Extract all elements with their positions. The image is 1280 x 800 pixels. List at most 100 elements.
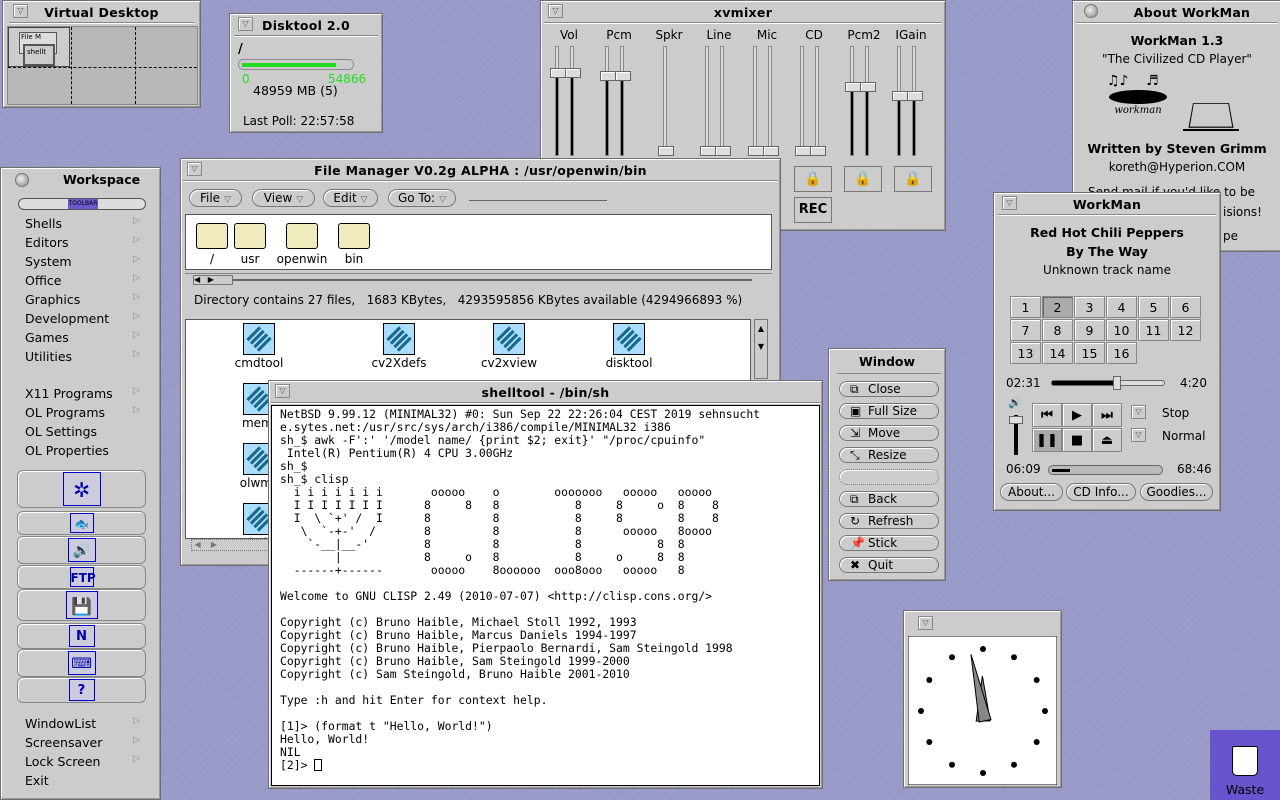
folder-icon[interactable] xyxy=(234,223,266,249)
mixer-slider[interactable] xyxy=(658,46,674,156)
menu-item-screensaver[interactable]: Screensaver ▷ xyxy=(25,735,140,750)
waste-icon[interactable]: Waste xyxy=(1210,730,1280,800)
menu-item-system[interactable]: System ▷ xyxy=(25,254,140,269)
folder-icon[interactable] xyxy=(196,223,228,249)
next-track-button[interactable]: ⏭ xyxy=(1092,403,1122,427)
mixer-slider[interactable] xyxy=(810,46,826,156)
track-button-10[interactable]: 10 xyxy=(1106,319,1137,341)
menu-goto[interactable]: Go To: ▽ xyxy=(388,189,456,207)
about-button[interactable]: About... xyxy=(1000,483,1063,501)
mixer-slider[interactable] xyxy=(748,46,764,156)
window-menu-stick[interactable]: 📌 Stick xyxy=(839,535,939,551)
slider-knob[interactable] xyxy=(763,146,779,156)
file-hscrollbar[interactable]: ◀ ▶ xyxy=(191,539,271,551)
slider-knob[interactable] xyxy=(892,90,908,101)
igain-lock-button[interactable]: 🔒 xyxy=(894,166,932,192)
keyboard-button[interactable]: ⌨ xyxy=(17,649,146,677)
path-segment[interactable]: openwin xyxy=(272,252,332,266)
menu-item-lock-screen[interactable]: Lock Screen ▷ xyxy=(25,754,140,769)
goto-input[interactable] xyxy=(469,200,607,201)
netscape-button[interactable]: N xyxy=(17,623,146,649)
virtual-desktop-grid[interactable]: File M shellt xyxy=(7,26,198,105)
slider-knob[interactable] xyxy=(795,146,811,156)
file-name[interactable]: disktool xyxy=(584,356,674,370)
mixer-slider[interactable] xyxy=(615,46,631,156)
menu-file[interactable]: File ▽ xyxy=(189,189,242,207)
menu-item-x11-programs[interactable]: X11 Programs ▷ xyxy=(25,386,140,401)
track-button-16[interactable]: 16 xyxy=(1106,342,1137,364)
track-position-slider[interactable] xyxy=(1051,376,1165,390)
file-icon[interactable] xyxy=(383,323,415,355)
ftp-button[interactable]: FTP xyxy=(17,565,146,589)
previous-track-button[interactable]: ⏮ xyxy=(1032,403,1062,427)
menu-view[interactable]: View ▽ xyxy=(252,189,315,207)
sun-logo-button[interactable]: ✲ xyxy=(17,470,146,508)
mixer-slider[interactable] xyxy=(565,46,581,156)
slider-knob[interactable] xyxy=(810,146,826,156)
slider-knob[interactable] xyxy=(550,68,566,78)
file-scrollbar[interactable]: ▲ ▼ xyxy=(754,319,768,379)
slider-knob[interactable] xyxy=(748,146,764,156)
mode2-dropdown[interactable]: ▽ xyxy=(1131,428,1146,442)
stop-button[interactable]: ■ xyxy=(1062,428,1092,452)
window-menu-button[interactable]: ▽ xyxy=(918,616,933,630)
folder-icon[interactable] xyxy=(286,223,318,249)
mode1-dropdown[interactable]: ▽ xyxy=(1131,405,1146,419)
track-button-8[interactable]: 8 xyxy=(1042,319,1073,341)
slider-knob[interactable] xyxy=(845,81,861,92)
file-name[interactable]: cv2Xdefs xyxy=(354,356,444,370)
pcm2-lock-button[interactable]: 🔒 xyxy=(844,166,882,192)
floppy-file-button[interactable]: 💾 xyxy=(17,589,146,621)
eject-button[interactable]: ⏏ xyxy=(1092,428,1122,452)
menu-item-graphics[interactable]: Graphics ▷ xyxy=(25,292,140,307)
help-button[interactable]: ? xyxy=(17,677,146,703)
slider-knob[interactable] xyxy=(565,68,581,78)
mixer-slider[interactable] xyxy=(715,46,731,156)
path-segment[interactable]: usr xyxy=(220,252,280,266)
track-button-11[interactable]: 11 xyxy=(1138,319,1169,341)
track-button-15[interactable]: 15 xyxy=(1074,342,1105,364)
open-folder-icon[interactable] xyxy=(338,223,370,249)
window-menu-resize[interactable]: ⤡ Resize xyxy=(839,447,939,463)
slider-knob[interactable] xyxy=(700,146,716,156)
window-menu-back[interactable]: ⧉ Back xyxy=(839,491,939,507)
menu-item-exit[interactable]: Exit xyxy=(25,773,140,788)
menu-item-games[interactable]: Games ▷ xyxy=(25,330,140,345)
menu-item-utilities[interactable]: Utilities ▷ xyxy=(25,349,140,364)
cd-lock-button[interactable]: 🔒 xyxy=(794,166,832,192)
track-button-14[interactable]: 14 xyxy=(1042,342,1073,364)
slider-knob[interactable] xyxy=(600,71,616,82)
slider-knob[interactable] xyxy=(715,146,731,156)
window-menu-refresh[interactable]: ↻ Refresh xyxy=(839,513,939,529)
menu-item-shells[interactable]: Shells ▷ xyxy=(25,216,140,231)
terminal[interactable]: NetBSD 9.99.12 (MINIMAL32) #0: Sun Sep 2… xyxy=(271,405,820,786)
mixer-slider[interactable] xyxy=(763,46,779,156)
slider-knob[interactable] xyxy=(907,90,923,101)
goodies-button[interactable]: Goodies... xyxy=(1140,483,1213,501)
slider-knob[interactable] xyxy=(658,146,674,156)
track-button-9[interactable]: 9 xyxy=(1074,319,1105,341)
menu-edit[interactable]: Edit ▽ xyxy=(323,189,378,207)
mixer-slider[interactable] xyxy=(795,46,811,156)
track-button-13[interactable]: 13 xyxy=(1010,342,1041,364)
window-menu-full-size[interactable]: ▣ Full Size xyxy=(839,403,939,419)
toolbar-button[interactable]: TOOLBAR xyxy=(18,198,146,210)
pushpin-icon[interactable] xyxy=(15,173,29,187)
mixer-slider[interactable] xyxy=(845,46,861,156)
mixer-slider[interactable] xyxy=(860,46,876,156)
mini-window[interactable]: File M shellt xyxy=(8,27,70,67)
track-button-4[interactable]: 4 xyxy=(1106,296,1137,318)
file-icon[interactable] xyxy=(613,323,645,355)
file-name[interactable]: cmdtool xyxy=(214,356,304,370)
window-menu-close[interactable]: ⧉ Close xyxy=(839,381,939,397)
track-button-1[interactable]: 1 xyxy=(1010,296,1041,318)
play-button[interactable]: ▶ xyxy=(1062,403,1092,427)
pushpin-icon[interactable] xyxy=(1084,4,1098,18)
file-icon[interactable] xyxy=(243,323,275,355)
menu-item-editors[interactable]: Editors ▷ xyxy=(25,235,140,250)
mixer-slider[interactable] xyxy=(700,46,716,156)
menu-item-development[interactable]: Development ▷ xyxy=(25,311,140,326)
track-button-2[interactable]: 2 xyxy=(1042,296,1073,318)
track-button-3[interactable]: 3 xyxy=(1074,296,1105,318)
menu-item-ol-properties[interactable]: OL Properties xyxy=(25,443,140,458)
